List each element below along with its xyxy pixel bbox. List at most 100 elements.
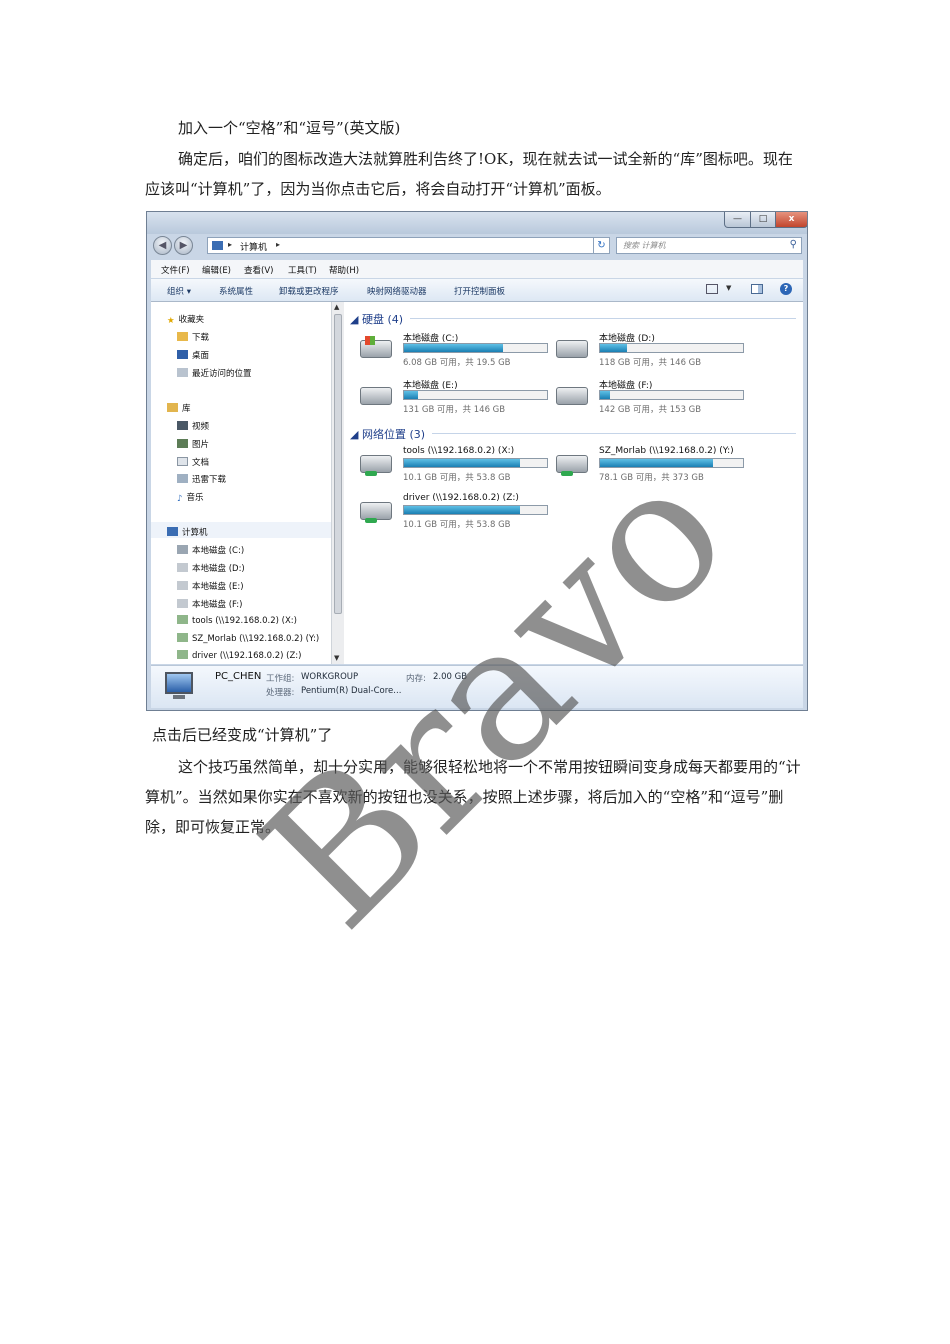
nav-computer[interactable]: 计算机 (167, 526, 208, 538)
nav-recent-places[interactable]: 最近访问的位置 (177, 367, 252, 379)
drive-usage-bar (403, 458, 548, 468)
breadcrumb-separator[interactable]: ▸ (276, 240, 280, 249)
drive-usage-bar (403, 390, 548, 400)
videos-icon (177, 421, 188, 430)
menu-file[interactable]: 文件(F) (161, 264, 190, 276)
address-bar[interactable]: ▸ 计算机 ▸ ▾ (207, 237, 647, 254)
network-drive-icon (360, 502, 392, 523)
nav-drive-f[interactable]: 本地磁盘 (F:) (177, 598, 242, 610)
drive-usage-bar (599, 343, 744, 353)
computer-icon (212, 241, 223, 250)
drive-space-info: 131 GB 可用，共 146 GB (403, 405, 506, 415)
drive-icon (177, 581, 188, 590)
drive-space-info: 6.08 GB 可用，共 19.5 GB (403, 358, 511, 368)
nav-drive-d[interactable]: 本地磁盘 (D:) (177, 562, 245, 574)
change-view-icon[interactable] (706, 284, 718, 294)
folder-icon (177, 474, 188, 483)
nav-favorites[interactable]: ★ 收藏夹 (167, 313, 204, 326)
nav-drive-c[interactable]: 本地磁盘 (C:) (177, 544, 244, 556)
system-drive-icon (360, 336, 392, 358)
paragraph-1: 加入一个“空格”和“逗号”(英文版) (178, 119, 401, 137)
drive-tile-f[interactable]: 本地磁盘 (F:) 142 GB 可用，共 153 GB (556, 378, 746, 418)
group-hard-disks[interactable]: ◢ 硬盘 (4) (350, 311, 403, 327)
monitor-stand (173, 695, 185, 699)
nav-documents[interactable]: 文档 (177, 456, 209, 468)
menu-help[interactable]: 帮助(H) (329, 264, 359, 276)
nav-drive-y[interactable]: SZ_Morlab (\\192.168.0.2) (Y:) (177, 633, 319, 644)
group-divider (410, 318, 796, 319)
map-network-drive-button[interactable]: 映射网络驱动器 (367, 285, 427, 297)
scrollbar-thumb[interactable] (334, 314, 342, 614)
menu-bar: 文件(F) 编辑(E) 查看(V) 工具(T) 帮助(H) (151, 260, 803, 278)
menu-tools[interactable]: 工具(T) (288, 264, 317, 276)
preview-pane-icon[interactable] (751, 284, 763, 294)
recent-places-icon (177, 368, 188, 377)
system-properties-button[interactable]: 系统属性 (219, 285, 253, 297)
network-drive-icon (360, 455, 392, 476)
breadcrumb-separator[interactable]: ▸ (228, 240, 232, 249)
drive-icon (360, 387, 392, 405)
paragraph-2: 确定后，咱们的图标改造大法就算胜利告终了!OK，现在就去试一试全新的“库”图标吧… (145, 150, 793, 198)
nav-scrollbar[interactable]: ▲ ▼ (331, 302, 344, 664)
drive-usage-bar (599, 390, 744, 400)
view-dropdown-icon[interactable]: ▼ (726, 284, 731, 292)
drive-tile-x[interactable]: tools (\\192.168.0.2) (X:) 10.1 GB 可用，共 … (360, 446, 550, 486)
search-icon[interactable]: ⚲ (790, 239, 797, 250)
nav-music[interactable]: ♪ 音乐 (177, 491, 203, 504)
breadcrumb-computer[interactable]: 计算机 (240, 240, 267, 253)
search-input[interactable]: 搜索 计算机 ⚲ (616, 237, 802, 254)
navigation-bar: ◀ ▶ ▸ 计算机 ▸ ▾ ↻ 搜索 计算机 ⚲ (147, 234, 807, 258)
menu-edit[interactable]: 编辑(E) (202, 264, 231, 276)
organize-button[interactable]: 组织 ▾ (167, 285, 191, 297)
computer-icon (165, 672, 193, 694)
maximize-button[interactable]: □ (750, 212, 776, 228)
drive-usage-fill (404, 459, 520, 467)
computer-name: PC_CHEN (215, 671, 262, 682)
close-button[interactable]: x (775, 212, 807, 228)
drive-tile-c[interactable]: 本地磁盘 (C:) 6.08 GB 可用，共 19.5 GB (360, 331, 550, 371)
scroll-down-icon[interactable]: ▼ (334, 654, 339, 662)
music-note-icon: ♪ (177, 494, 183, 504)
processor-label: 处理器: (266, 688, 295, 698)
title-bar: — □ x (147, 212, 807, 234)
nav-drive-x[interactable]: tools (\\192.168.0.2) (X:) (177, 615, 297, 626)
drive-space-info: 118 GB 可用，共 146 GB (599, 358, 702, 368)
nav-pictures[interactable]: 图片 (177, 438, 209, 450)
navigation-pane: ★ 收藏夹 下载 桌面 最近访问的位置 库 视频 图片 文档 迅雷下载 ♪ 音乐 计… (151, 302, 335, 664)
drive-space-info: 10.1 GB 可用，共 53.8 GB (403, 520, 511, 530)
uninstall-program-button[interactable]: 卸载或更改程序 (279, 285, 339, 297)
nav-drive-z[interactable]: driver (\\192.168.0.2) (Z:) (177, 650, 301, 661)
nav-downloads[interactable]: 下载 (177, 331, 209, 343)
drive-usage-fill (600, 391, 610, 399)
drive-name: driver (\\192.168.0.2) (Z:) (403, 493, 519, 503)
drive-icon (177, 599, 188, 608)
help-icon[interactable]: ? (780, 283, 792, 295)
nav-drive-e[interactable]: 本地磁盘 (E:) (177, 580, 244, 592)
nav-xunlei-downloads[interactable]: 迅雷下载 (177, 473, 226, 485)
back-arrow-icon[interactable]: ◀ (153, 236, 172, 255)
drive-usage-fill (600, 344, 628, 352)
drive-space-info: 142 GB 可用，共 153 GB (599, 405, 702, 415)
minimize-button[interactable]: — (724, 212, 751, 228)
group-network-locations[interactable]: ◢ 网络位置 (3) (350, 426, 425, 442)
pictures-icon (177, 439, 188, 448)
drive-tile-e[interactable]: 本地磁盘 (E:) 131 GB 可用，共 146 GB (360, 378, 550, 418)
drive-usage-fill (404, 506, 520, 514)
workgroup-label: 工作组: (266, 674, 295, 684)
drive-tile-d[interactable]: 本地磁盘 (D:) 118 GB 可用，共 146 GB (556, 331, 746, 371)
drive-icon (556, 387, 588, 405)
drive-icon (556, 340, 588, 358)
refresh-icon[interactable]: ↻ (593, 237, 610, 254)
drive-name: tools (\\192.168.0.2) (X:) (403, 446, 515, 456)
desktop-icon (177, 350, 188, 359)
open-control-panel-button[interactable]: 打开控制面板 (454, 285, 505, 297)
search-placeholder: 搜索 计算机 (623, 241, 666, 250)
network-drive-icon (177, 633, 188, 642)
documents-icon (177, 457, 188, 466)
nav-videos[interactable]: 视频 (177, 420, 209, 432)
nav-libraries[interactable]: 库 (167, 402, 191, 414)
scroll-up-icon[interactable]: ▲ (334, 303, 339, 311)
nav-desktop[interactable]: 桌面 (177, 349, 209, 361)
forward-arrow-icon[interactable]: ▶ (174, 236, 193, 255)
menu-view[interactable]: 查看(V) (244, 264, 273, 276)
